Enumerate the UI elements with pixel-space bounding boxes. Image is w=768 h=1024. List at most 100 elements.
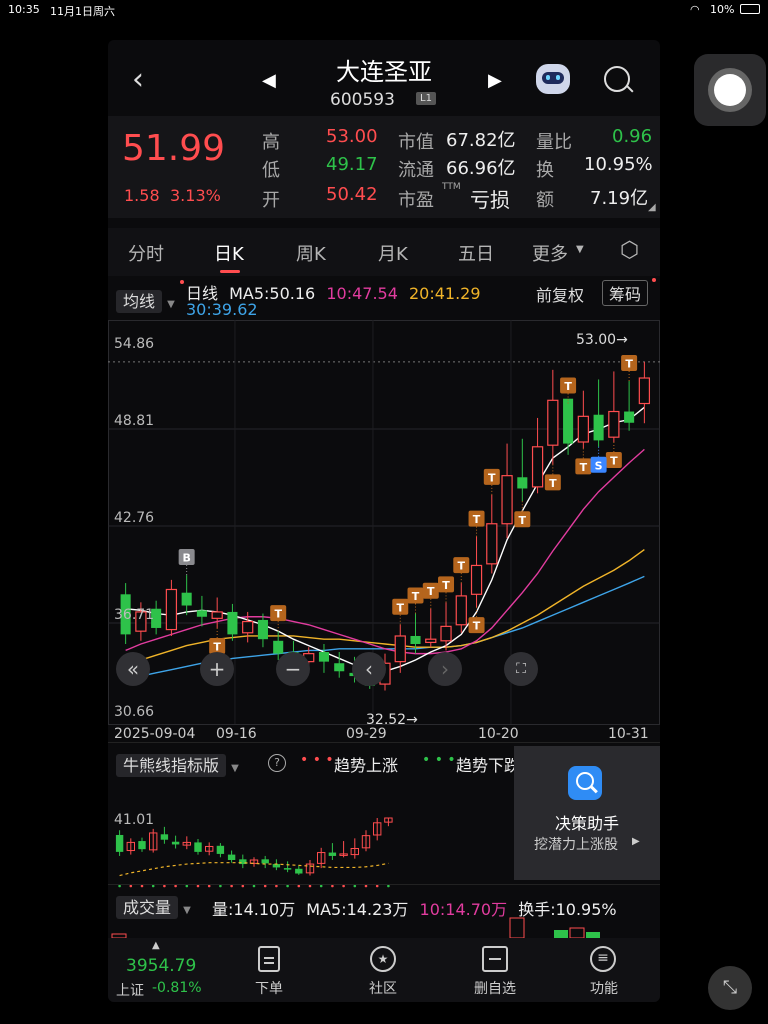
tab-five-day[interactable]: 五日: [458, 240, 494, 266]
assistive-touch-button[interactable]: [694, 54, 766, 126]
community-button[interactable]: 社区: [353, 978, 413, 998]
help-icon[interactable]: ?: [268, 754, 286, 772]
trade-marker-letter: T: [274, 608, 282, 621]
volume-bar: [554, 930, 568, 938]
battery-icon: [740, 4, 760, 14]
trade-marker-letter: T: [580, 461, 588, 474]
remove-watchlist-icon[interactable]: [482, 946, 508, 972]
mcap-value: 67.82亿: [446, 130, 516, 151]
scroll-right-button[interactable]: ›: [428, 652, 462, 686]
x-tick-label: 10-20: [478, 726, 519, 740]
ma-chip-label: 均线: [116, 290, 163, 313]
red-dot: [180, 280, 184, 284]
order-icon[interactable]: [258, 946, 280, 972]
menu-icon[interactable]: ≡: [590, 946, 616, 972]
search-icon[interactable]: [604, 66, 634, 93]
tab-more[interactable]: 更多: [532, 240, 568, 266]
expand-corner-icon[interactable]: ◢: [648, 202, 656, 213]
trade-marker-letter: T: [427, 585, 435, 598]
indicator-bar: [115, 834, 124, 852]
bottom-toolbar: ▲ 3954.79 上证 -0.81% 下单 ★ 社区 删自选 ≡ 功能: [108, 938, 660, 1002]
ma5-line: [125, 406, 645, 672]
candle-body: [334, 663, 345, 672]
ma-selector[interactable]: 均线 ▼: [116, 288, 175, 313]
indicator-dot: [364, 884, 368, 888]
order-button[interactable]: 下单: [239, 978, 299, 998]
tab-day-k[interactable]: 日K: [214, 240, 244, 266]
candle-body: [593, 414, 604, 441]
amount-value: 7.19亿: [590, 188, 649, 209]
adjust-button[interactable]: 前复权: [536, 282, 584, 306]
indicator-bar: [227, 854, 236, 860]
decision-assistant-card[interactable]: 决策助手 挖潜力上涨股 ▶: [514, 746, 660, 880]
mcap-label: 市值: [398, 132, 434, 153]
period-tabs: 分时 日K 周K 月K 五日 更多 ▼ ⬡: [108, 228, 660, 276]
indicator-dot: [342, 884, 345, 888]
indicator-dot: [353, 884, 357, 888]
function-button[interactable]: 功能: [574, 978, 634, 998]
status-time: 10:35: [8, 3, 40, 16]
candle-body: [547, 399, 559, 446]
indicator-dot: [196, 884, 200, 888]
collapse-icon[interactable]: ⤡: [708, 966, 752, 1010]
trade-marker-letter: T: [549, 477, 557, 490]
quote-panel: 51.99 1.58 3.13% 高 53.00 低 49.17 开 50.42…: [108, 116, 660, 218]
zoom-in-button[interactable]: +: [200, 652, 234, 686]
tab-week-k[interactable]: 周K: [296, 240, 326, 266]
status-battery: 10%: [710, 3, 735, 16]
remove-watchlist-button[interactable]: 删自选: [465, 978, 525, 998]
candle-body: [257, 619, 268, 640]
candle-body: [410, 635, 421, 645]
indicator-bar: [160, 834, 169, 840]
divider: [108, 742, 660, 743]
indicator-dot: [308, 884, 312, 888]
candle-body: [165, 588, 178, 631]
status-date: 11月1日周六: [50, 5, 115, 18]
candle-body: [273, 640, 284, 654]
scroll-left-button[interactable]: ‹: [352, 652, 386, 686]
zoom-out-button[interactable]: −: [276, 652, 310, 686]
trade-marker-letter: T: [519, 514, 527, 527]
high-marker-label: 53.00→: [576, 332, 628, 348]
vr-label: 量比: [536, 132, 572, 153]
float-value: 66.96亿: [446, 158, 516, 179]
settings-hexagon-icon[interactable]: ⬡: [620, 238, 639, 263]
tab-month-k[interactable]: 月K: [378, 240, 408, 266]
community-icon[interactable]: ★: [370, 946, 396, 972]
indicator-dot: [219, 884, 222, 888]
turnover-label: 换: [536, 160, 554, 181]
trade-marker-letter: T: [473, 620, 481, 633]
float-label: 流通: [398, 160, 434, 181]
trade-marker-letter: T: [412, 590, 420, 603]
x-tick-label: 09-29: [346, 726, 387, 740]
tab-fenshi[interactable]: 分时: [128, 240, 164, 266]
indicator-dot: [163, 884, 166, 888]
robot-assistant-icon[interactable]: [536, 64, 570, 94]
trend-down-label: 趋势下跌: [456, 756, 521, 775]
trend-up-label: 趋势上涨: [334, 756, 399, 775]
caret-up-icon: ▲: [152, 940, 160, 951]
indicator-dot: [319, 884, 323, 888]
next-stock-icon[interactable]: ▶: [488, 70, 502, 91]
x-tick-label: 2025-09-04: [114, 726, 195, 740]
price-change-pct: 3.13%: [170, 186, 221, 205]
fullscreen-icon[interactable]: ⛶: [504, 652, 538, 686]
indicator-dot: [118, 884, 121, 888]
trade-marker-letter: T: [396, 601, 404, 614]
indicator-dot: [129, 884, 133, 888]
fast-backward-button[interactable]: «: [116, 652, 150, 686]
ma20-value: 20:41.29: [408, 284, 481, 303]
chip-distribution-button[interactable]: 筹码: [602, 280, 649, 306]
turnover-value: 10.95%: [584, 154, 653, 175]
indicator-bar: [194, 842, 202, 852]
indicator-selector[interactable]: 牛熊线指标版 ▼: [116, 752, 239, 777]
indicator-dot: [331, 884, 334, 888]
trade-marker-letter: T: [442, 579, 450, 592]
index-name[interactable]: 上证: [116, 980, 144, 1000]
index-change[interactable]: -0.81%: [152, 980, 202, 996]
indicator-chip-label: 牛熊线指标版: [116, 754, 227, 777]
low-label: 低: [262, 160, 280, 181]
index-value[interactable]: 3954.79: [126, 956, 196, 976]
pe-label: 市盈: [398, 190, 434, 211]
active-tab-indicator: [220, 270, 240, 273]
